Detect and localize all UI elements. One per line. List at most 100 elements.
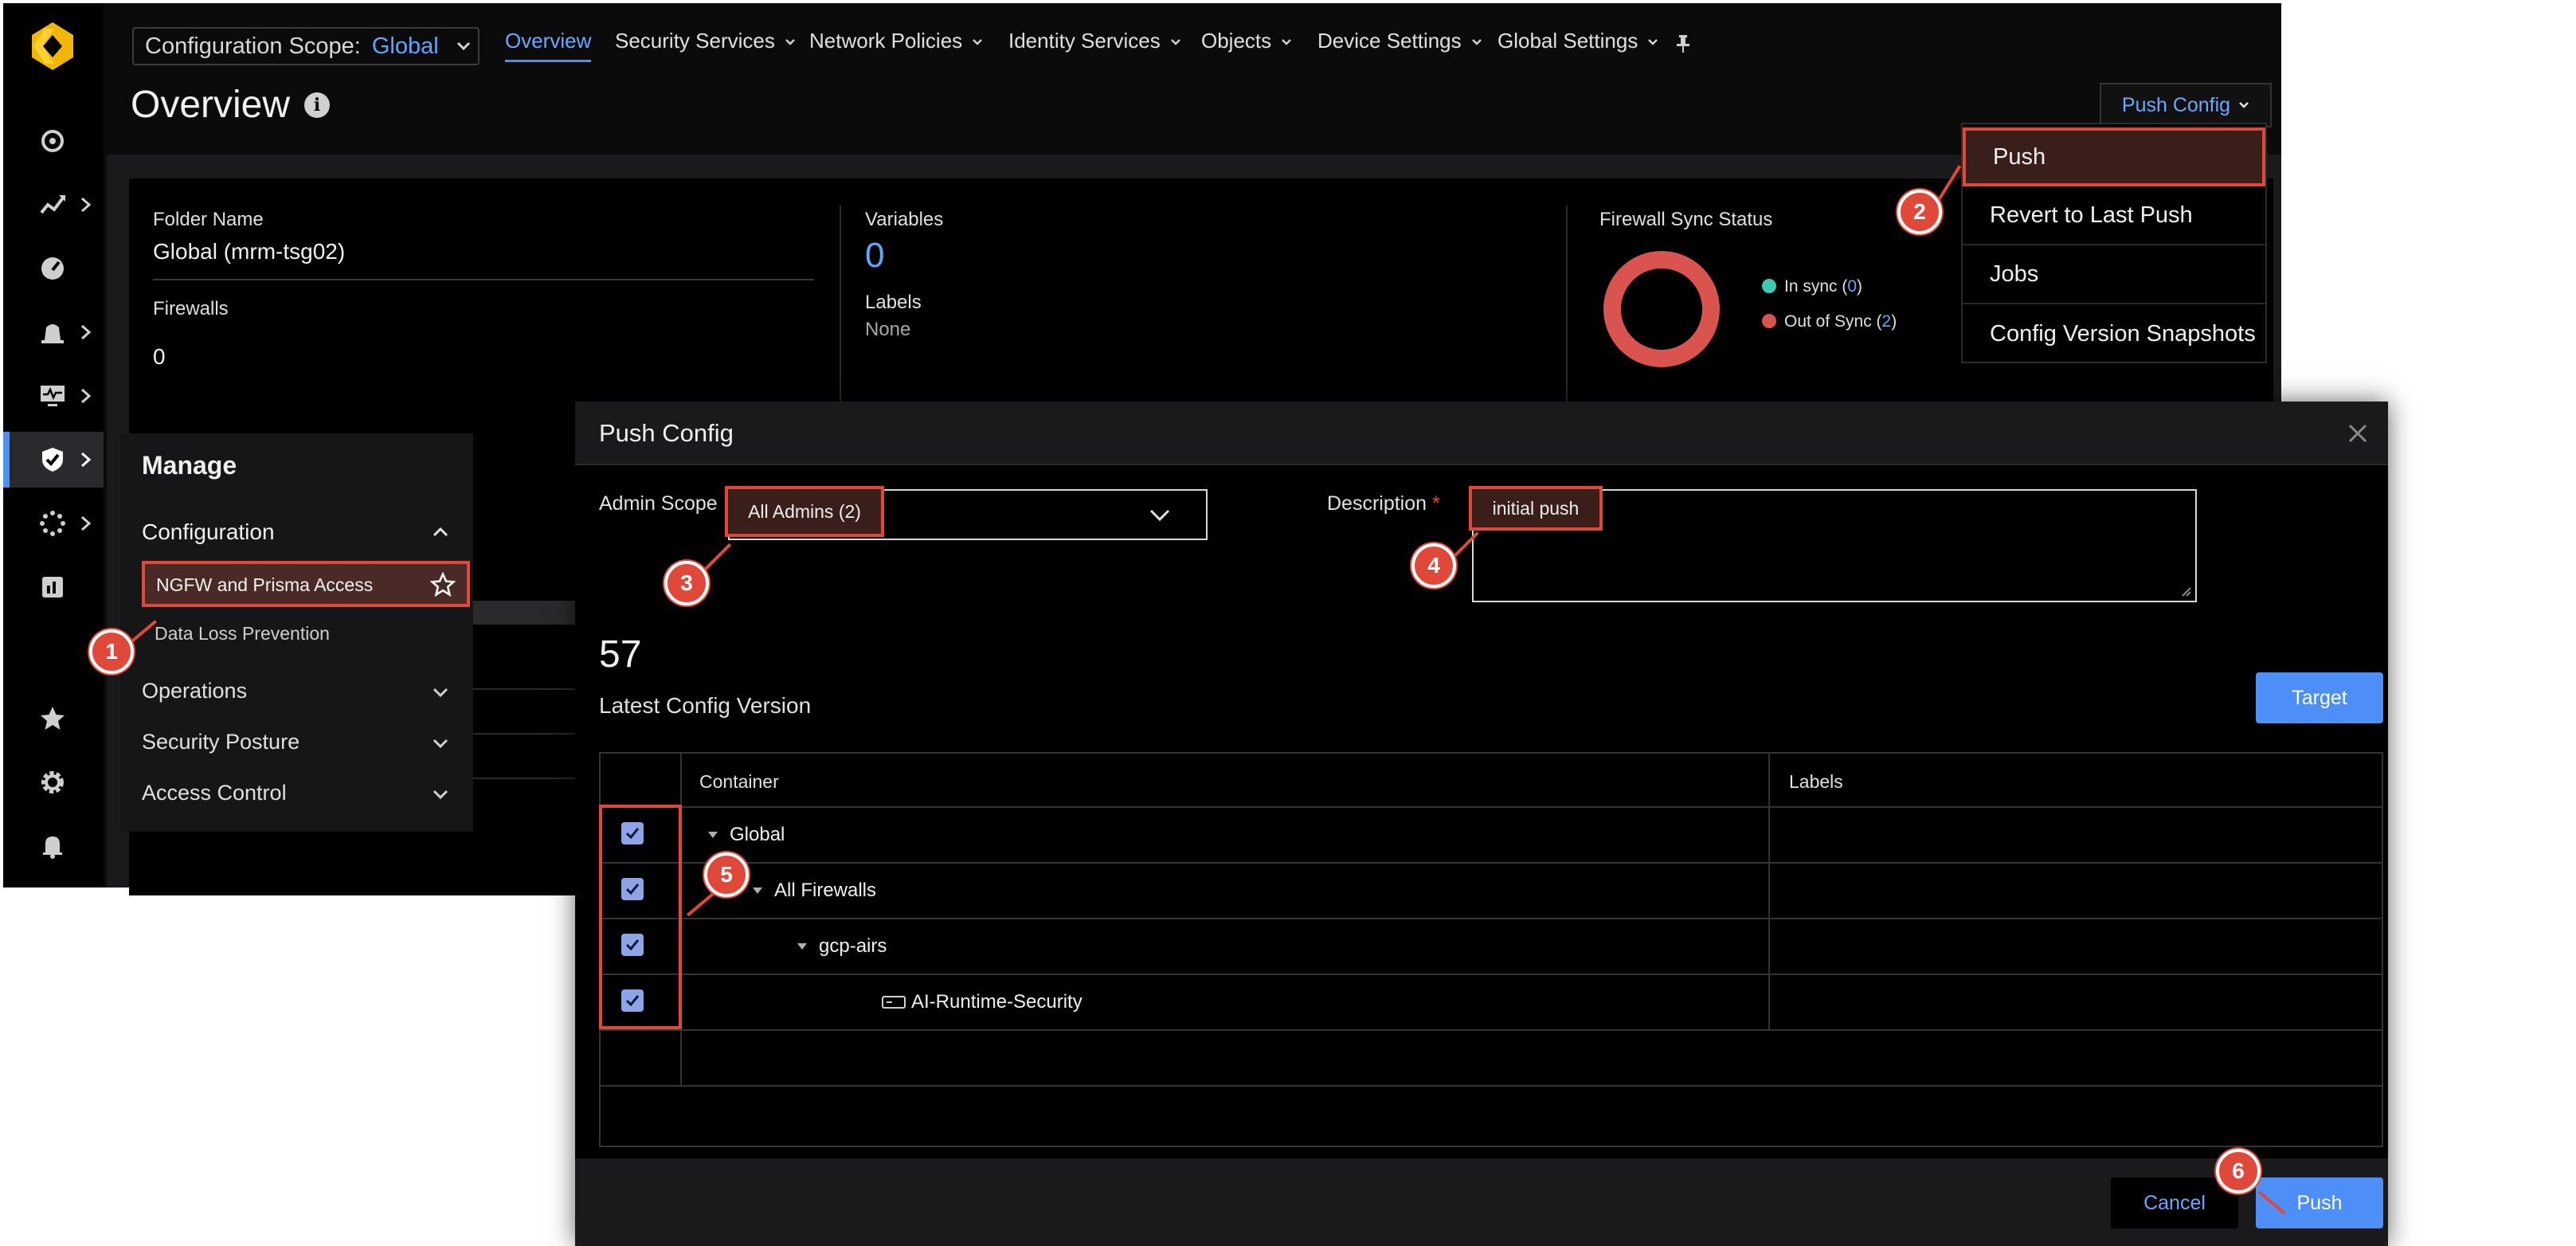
tab-device-settings[interactable]: Device Settings [1317, 29, 1482, 53]
admin-scope-label: Admin Scope [599, 492, 718, 515]
rail-incidents[interactable] [3, 304, 104, 360]
push-config-dropdown: Push Revert to Last Push Jobs Config Ver… [1961, 123, 2267, 363]
rail-home[interactable] [3, 113, 104, 169]
tab-network-policies[interactable]: Network Policies [809, 29, 983, 53]
callout-5: 5 [704, 852, 749, 897]
firewall-device-icon [882, 996, 906, 1009]
manage-flyout: Manage Configuration NGFW and Prisma Acc… [119, 433, 473, 832]
scope-selector[interactable]: Configuration Scope: Global [132, 27, 480, 65]
checkbox-column-highlight [599, 805, 682, 1029]
top-navigation: Configuration Scope: Global Overview Sec… [108, 3, 2275, 86]
target-icon [41, 130, 64, 152]
chevron-down-icon[interactable] [432, 738, 449, 749]
monitor-icon [41, 386, 65, 406]
menu-item-snapshots[interactable]: Config Version Snapshots [1963, 304, 2265, 363]
column-header-labels: Labels [1789, 771, 1843, 792]
rail-monitor[interactable] [3, 368, 104, 424]
labels-label: Labels [865, 292, 922, 313]
menu-item-push[interactable]: Push [1963, 127, 2265, 186]
legend-out-of-sync: Out of Sync (2) [1762, 312, 1897, 331]
target-button[interactable]: Target [2256, 672, 2383, 723]
tab-global-settings[interactable]: Global Settings [1497, 29, 1658, 53]
scope-value: Global [371, 33, 439, 59]
chevron-down-icon [2239, 102, 2249, 108]
callout-2: 2 [1897, 190, 1942, 234]
bell-icon [43, 837, 62, 859]
rail-insights[interactable] [3, 177, 104, 233]
rail-manage[interactable] [3, 432, 104, 488]
chevron-right-icon [81, 388, 92, 404]
chevron-down-icon[interactable] [432, 789, 449, 800]
gauge-icon [41, 257, 64, 280]
rail-workflows[interactable] [3, 496, 104, 551]
section-security-posture[interactable]: Security Posture [142, 730, 299, 754]
section-access-control[interactable]: Access Control [142, 781, 287, 805]
rail-notifications[interactable] [3, 818, 104, 874]
rail-dashboard[interactable] [3, 241, 104, 296]
callout-3: 3 [664, 561, 709, 605]
callout-4: 4 [1411, 543, 1456, 588]
caret-down-icon[interactable] [752, 887, 763, 895]
chevron-right-icon [81, 197, 92, 213]
spinner-icon [40, 511, 65, 536]
shield-check-icon [42, 448, 63, 472]
chevron-down-icon [785, 39, 795, 45]
admin-scope-value[interactable]: All Admins (2) [725, 486, 884, 537]
config-version-label: Latest Config Version [599, 693, 812, 718]
legend-in-sync: In sync (0) [1762, 277, 1862, 296]
chevron-down-icon [973, 39, 983, 45]
rail-settings[interactable] [3, 754, 104, 810]
flyout-title: Manage [142, 451, 237, 480]
caret-down-icon[interactable] [707, 831, 718, 839]
description-value[interactable]: initial push [1469, 486, 1603, 531]
section-configuration[interactable]: Configuration [142, 519, 275, 545]
resize-handle-icon[interactable] [2179, 585, 2192, 598]
star-outline-icon[interactable] [430, 572, 456, 598]
chevron-down-icon [1282, 39, 1292, 45]
tab-objects[interactable]: Objects [1201, 29, 1292, 53]
menu-item-revert[interactable]: Revert to Last Push [1963, 186, 2265, 245]
section-operations[interactable]: Operations [142, 679, 247, 703]
chevron-down-icon [1471, 39, 1482, 45]
trend-icon [40, 195, 65, 214]
chevron-down-icon[interactable] [432, 687, 449, 698]
chevron-right-icon [81, 324, 92, 340]
table-row[interactable]: Global [707, 824, 785, 846]
firewalls-value: 0 [153, 344, 166, 369]
divider [153, 279, 814, 280]
firewalls-label: Firewalls [153, 298, 229, 319]
modal-title: Push Config [599, 419, 734, 447]
sync-donut-chart [1603, 251, 1720, 367]
table-row[interactable]: All Firewalls [752, 880, 876, 902]
gear-icon [41, 771, 64, 793]
modal-header: Push Config [575, 402, 2388, 465]
nav-item-ngfw[interactable]: NGFW and Prisma Access [142, 561, 470, 607]
labels-value: None [865, 319, 911, 340]
close-icon[interactable] [2347, 422, 2369, 445]
tab-security-services[interactable]: Security Services [615, 29, 796, 53]
rail-reports[interactable] [3, 559, 104, 615]
left-rail [3, 3, 104, 887]
push-config-button[interactable]: Push Config [2100, 83, 2272, 127]
chevron-up-icon[interactable] [432, 526, 449, 537]
menu-item-jobs[interactable]: Jobs [1963, 245, 2265, 304]
info-icon[interactable]: i [304, 92, 330, 118]
chevron-down-icon [1648, 39, 1658, 45]
nav-item-dlp[interactable]: Data Loss Prevention [155, 623, 330, 645]
tab-overview[interactable]: Overview [505, 29, 592, 62]
out-sync-dot-icon [1762, 314, 1776, 328]
cancel-button[interactable]: Cancel [2111, 1177, 2238, 1228]
modal-footer: Cancel Push [575, 1158, 2388, 1246]
tab-identity-services[interactable]: Identity Services [1008, 29, 1181, 53]
chevron-down-icon [1149, 509, 1170, 522]
table-row[interactable]: AI-Runtime-Security [881, 991, 1082, 1013]
report-icon [42, 577, 63, 598]
table-row[interactable]: gcp-airs [797, 935, 887, 958]
chevron-right-icon [81, 452, 92, 468]
container-table: Container Labels Global All Firewalls gc… [599, 752, 2383, 1147]
caret-down-icon[interactable] [797, 942, 808, 950]
pin-icon[interactable] [1674, 33, 1692, 54]
logo-icon [27, 21, 78, 72]
variables-value[interactable]: 0 [865, 236, 884, 276]
rail-favorites[interactable] [3, 691, 104, 746]
